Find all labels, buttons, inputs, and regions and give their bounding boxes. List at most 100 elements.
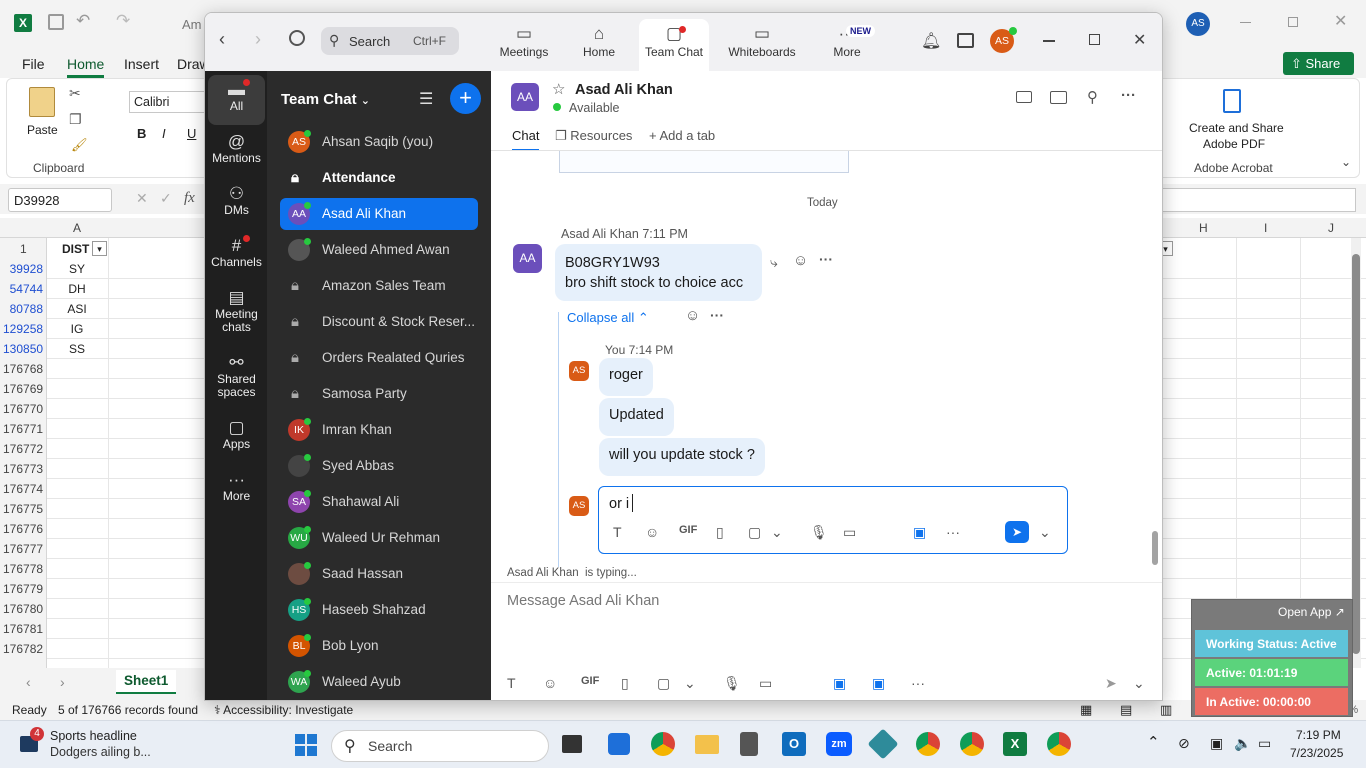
back-icon[interactable]: ‹ [219, 29, 225, 50]
formula-input[interactable] [1160, 188, 1356, 212]
screenshot-icon[interactable]: ▢ [748, 524, 761, 541]
contact-imran-khan[interactable]: IK Imran Khan [280, 414, 478, 446]
maximize-icon[interactable] [1288, 17, 1298, 27]
file-icon[interactable]: ▯ [621, 675, 629, 692]
rail-channels[interactable]: # Channels [208, 235, 265, 269]
save-icon[interactable] [48, 14, 64, 30]
contact-syed-abbas[interactable]: Syed Abbas [280, 450, 478, 482]
list-header[interactable]: Team Chat ⌄ [281, 91, 370, 108]
minimize-icon[interactable] [1043, 40, 1055, 42]
windows-start-icon[interactable] [295, 734, 317, 756]
chrome-profile-3-icon[interactable] [1047, 732, 1071, 756]
history-icon[interactable] [289, 30, 305, 46]
close-icon[interactable]: ✕ [1334, 11, 1347, 31]
text-format-icon[interactable]: T [613, 524, 622, 540]
column-header-h[interactable]: H [1199, 221, 1208, 235]
accessibility-status[interactable]: ⚕ Accessibility: Investigate [214, 703, 353, 717]
cell[interactable]: ASI [52, 302, 102, 316]
send-button[interactable]: ➤ [1005, 521, 1029, 543]
formula-cancel-icon[interactable]: ✕ [136, 190, 148, 207]
tab-home[interactable]: Home [67, 56, 105, 78]
apps-icon[interactable] [957, 33, 974, 48]
emoji-icon[interactable]: ☺ [543, 675, 557, 691]
nav-home[interactable]: ⌂ Home [564, 19, 634, 71]
calculator-icon[interactable] [740, 732, 758, 756]
rail-more[interactable]: ··· More [208, 471, 265, 503]
clock-time[interactable]: 7:19 PM [1296, 728, 1341, 742]
news-widget[interactable]: 4 Sports headline Dodgers ailing b... [14, 727, 184, 763]
taskbar-search[interactable]: ⚲ Search [331, 730, 549, 762]
chevron-down-icon[interactable]: ⌄ [1133, 675, 1145, 692]
header-cell[interactable]: DIST [62, 242, 89, 256]
cell[interactable]: SY [52, 262, 102, 276]
row-number[interactable]: 176774 [3, 482, 43, 496]
video-call-icon[interactable] [1016, 91, 1032, 103]
row-number[interactable]: 80788 [3, 302, 43, 316]
screenshot-icon[interactable]: ▢ [657, 675, 670, 692]
emoji-icon[interactable]: ☺ [645, 524, 659, 540]
tab-resources[interactable]: ❐ Resources [555, 128, 632, 144]
video-message-icon[interactable]: ▭ [759, 675, 772, 692]
row-number[interactable]: 176775 [3, 502, 43, 516]
contact-shahawal-ali[interactable]: SA Shahawal Ali [280, 486, 478, 518]
chrome-profile-2-icon[interactable] [960, 732, 984, 756]
contact-avatar[interactable]: AA [511, 83, 539, 111]
close-icon[interactable]: ✕ [1133, 30, 1146, 50]
rail-shared-spaces[interactable]: ⚯ Shared spaces [208, 354, 265, 399]
search-icon[interactable]: ⚲ [1087, 88, 1098, 106]
excel-taskbar-icon[interactable]: X [1003, 732, 1027, 756]
ribbon-collapse-icon[interactable]: ⌄ [1341, 155, 1351, 169]
more-options-icon[interactable]: ··· [1121, 87, 1136, 104]
zoom-taskbar-icon[interactable]: zm [826, 732, 852, 756]
formula-enter-icon[interactable]: ✓ [160, 190, 172, 207]
file-explorer-icon[interactable] [695, 735, 719, 754]
microphone-icon[interactable]: 🎙︎ [810, 524, 828, 541]
row-number[interactable]: 176778 [3, 562, 43, 576]
font-name-box[interactable]: Calibri [129, 91, 209, 113]
row-number[interactable]: 176776 [3, 522, 43, 536]
chevron-down-icon[interactable]: ⌄ [1039, 524, 1051, 541]
maximize-icon[interactable] [1089, 34, 1100, 45]
chrome-icon[interactable] [651, 732, 675, 756]
row-number[interactable]: 176772 [3, 442, 43, 456]
page-break-icon[interactable]: ▥ [1160, 702, 1172, 718]
rail-dms[interactable]: ⚇ DMs [208, 185, 265, 217]
contact-name[interactable]: Asad Ali Khan [575, 82, 673, 98]
cell[interactable]: IG [52, 322, 102, 336]
normal-view-icon[interactable]: ▦ [1080, 702, 1092, 718]
video-message-icon[interactable]: ▭ [843, 524, 856, 541]
zoom-search[interactable]: ⚲ Search Ctrl+F [321, 27, 459, 55]
row-number[interactable]: 176768 [3, 362, 43, 376]
contact-orders-realated-quries[interactable]: 🔒︎ Orders Realated Quries [280, 342, 478, 374]
contact-ahsan-saqib-you[interactable]: AS Ahsan Saqib (you) [280, 126, 478, 158]
message-input[interactable]: Message Asad Ali Khan [507, 593, 659, 609]
tab-file[interactable]: File [22, 56, 45, 72]
underline-button[interactable]: U [187, 126, 196, 141]
reply-icon[interactable]: ⤷ [770, 254, 778, 271]
share-button[interactable]: ⇧ Share [1283, 52, 1354, 75]
contact-saad-hassan[interactable]: Saad Hassan [280, 558, 478, 590]
app-icon[interactable]: ▣ [872, 675, 885, 692]
tab-chat[interactable]: Chat [512, 128, 540, 151]
contact-amazon-sales-team[interactable]: 🔒︎ Amazon Sales Team [280, 270, 478, 302]
redo-icon[interactable]: ↷ [116, 11, 130, 31]
reply-bubble[interactable]: roger [599, 358, 653, 396]
collapse-all-link[interactable]: Collapse all ⌃ [567, 310, 649, 326]
row-number[interactable]: 176769 [3, 382, 43, 396]
tray-chevron-icon[interactable]: ⌃ [1147, 733, 1160, 751]
name-box[interactable]: D39928 [8, 188, 112, 212]
new-chat-button[interactable]: + [450, 83, 481, 114]
clock-date[interactable]: 7/23/2025 [1290, 746, 1343, 760]
filter-icon[interactable]: ☰ [419, 89, 433, 109]
forward-icon[interactable]: › [255, 29, 261, 50]
account-avatar[interactable]: AS [1186, 12, 1210, 36]
adobe-pdf-label[interactable]: Adobe PDF [1203, 137, 1265, 151]
row-number[interactable]: 1 [20, 242, 27, 256]
chevron-down-icon[interactable]: ⌄ [771, 524, 783, 541]
reply-bubble[interactable]: will you update stock ? [599, 438, 765, 476]
more-icon[interactable]: ··· [911, 675, 925, 691]
battery-icon[interactable]: ▭ [1258, 735, 1271, 752]
contact-waleed-ahmed-awan[interactable]: Waleed Ahmed Awan [280, 234, 478, 266]
row-number[interactable]: 54744 [3, 282, 43, 296]
file-icon[interactable]: ▯ [716, 524, 724, 541]
